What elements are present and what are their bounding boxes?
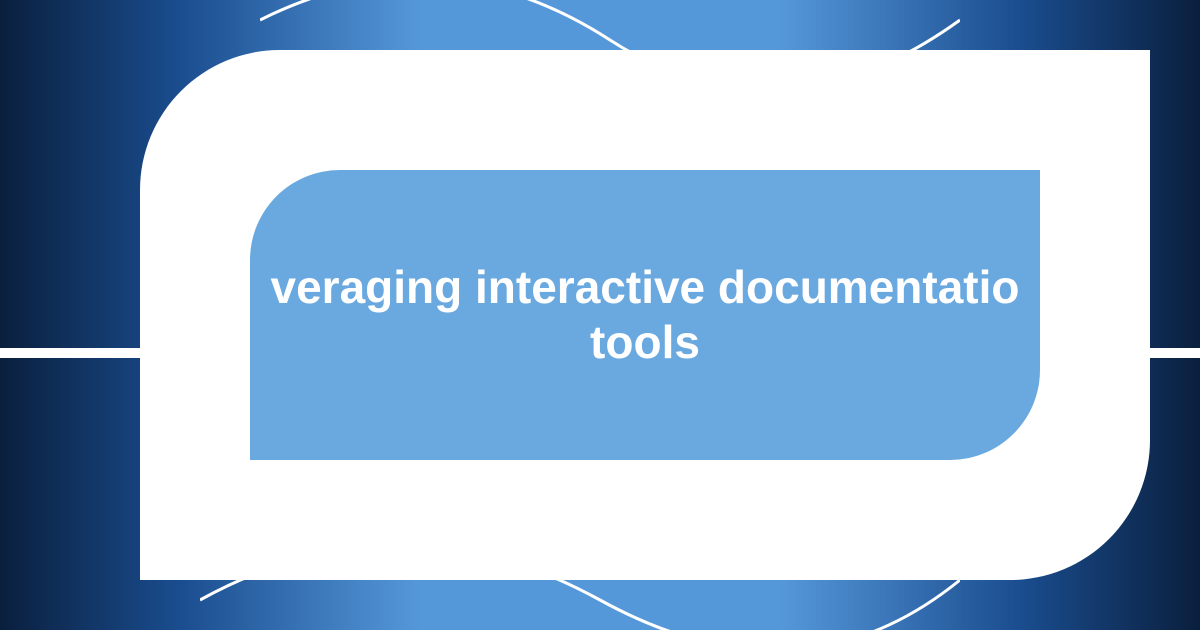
card-title-line1: veraging interactive documentatio <box>271 261 1020 313</box>
inner-panel: veraging interactive documentatio tools <box>250 170 1040 460</box>
outer-frame: veraging interactive documentatio tools <box>140 50 1150 580</box>
card-title-line2: tools <box>590 316 700 368</box>
card-title: veraging interactive documentatio tools <box>271 260 1020 370</box>
